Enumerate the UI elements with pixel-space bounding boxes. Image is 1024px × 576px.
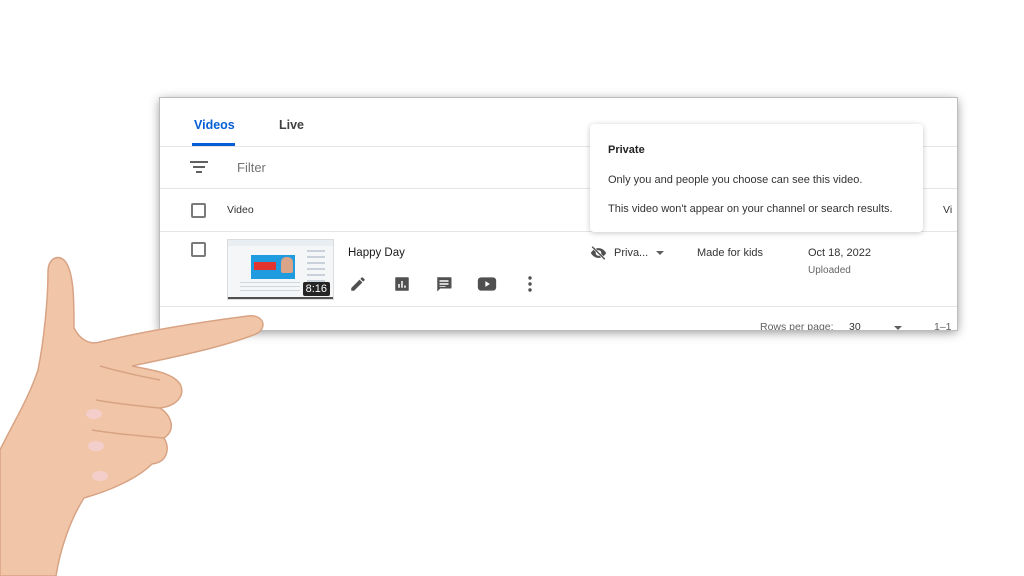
pointing-hand-image — [0, 256, 264, 576]
visibility-tooltip: Private Only you and people you choose c… — [590, 124, 923, 232]
eye-off-icon — [590, 246, 607, 260]
comments-icon[interactable] — [433, 273, 455, 295]
tooltip-title: Private — [608, 144, 645, 156]
header-video[interactable]: Video — [227, 204, 254, 216]
rows-per-page-select[interactable]: 30 — [849, 321, 861, 330]
tooltip-line-1: Only you and people you choose can see t… — [608, 174, 863, 186]
tab-videos[interactable]: Videos — [194, 118, 235, 132]
thumbnail-browser-bar — [228, 240, 333, 246]
visibility-label: Priva... — [614, 247, 649, 259]
youtube-icon[interactable] — [476, 273, 498, 295]
more-vert-icon[interactable] — [519, 273, 541, 295]
header-views[interactable]: Vi — [943, 204, 952, 216]
active-tab-indicator — [192, 143, 235, 146]
restrictions-value: Made for kids — [697, 247, 764, 259]
video-duration: 8:16 — [302, 282, 330, 296]
video-title[interactable]: Happy Day — [348, 247, 405, 259]
tab-live[interactable]: Live — [279, 118, 304, 132]
filter-input[interactable] — [237, 160, 437, 175]
pagination: Rows per page: 30 1–1 — [160, 307, 957, 330]
select-all-checkbox[interactable] — [191, 203, 206, 218]
pagination-range: 1–1 — [934, 321, 952, 330]
analytics-icon[interactable] — [391, 273, 413, 295]
chevron-down-icon — [656, 251, 665, 255]
chevron-down-icon[interactable] — [894, 326, 902, 330]
filter-icon[interactable] — [190, 161, 208, 175]
pencil-icon[interactable] — [347, 273, 369, 295]
tooltip-line-2: This video won't appear on your channel … — [608, 203, 893, 215]
table-row: 8:16 Happy Day Priva... Made for kids Oc… — [160, 232, 957, 307]
rows-per-page-label: Rows per page: — [760, 321, 834, 330]
upload-date: Oct 18, 2022 — [808, 247, 871, 259]
thumbnail-person — [281, 257, 293, 273]
visibility-dropdown[interactable]: Priva... — [590, 244, 665, 262]
upload-status: Uploaded — [808, 265, 851, 276]
